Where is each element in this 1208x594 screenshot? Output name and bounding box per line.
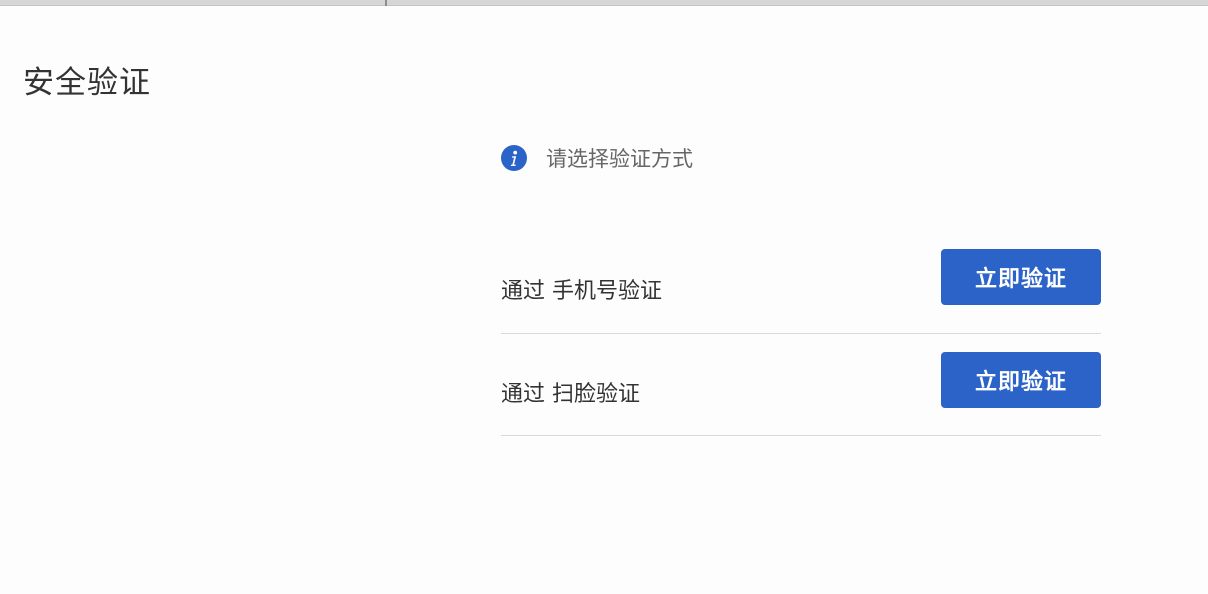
verify-face-button[interactable]: 立即验证 [941,352,1101,408]
hint-row: 请选择验证方式 [501,140,1101,176]
top-bar-divider [385,0,387,6]
hint-text: 请选择验证方式 [546,147,693,171]
verification-panel: 请选择验证方式 通过 手机号验证 立即验证 通过 扫脸验证 立即验证 [501,140,1101,436]
method-label-face: 通过 扫脸验证 [501,382,640,407]
page-title: 安全验证 [23,65,151,101]
info-icon [501,145,527,171]
method-label-phone: 通过 手机号验证 [501,279,662,304]
top-bar [0,0,1208,6]
method-row-phone: 通过 手机号验证 立即验证 [501,213,1101,334]
method-row-face: 通过 扫脸验证 立即验证 [501,334,1101,436]
verify-phone-button[interactable]: 立即验证 [941,249,1101,305]
